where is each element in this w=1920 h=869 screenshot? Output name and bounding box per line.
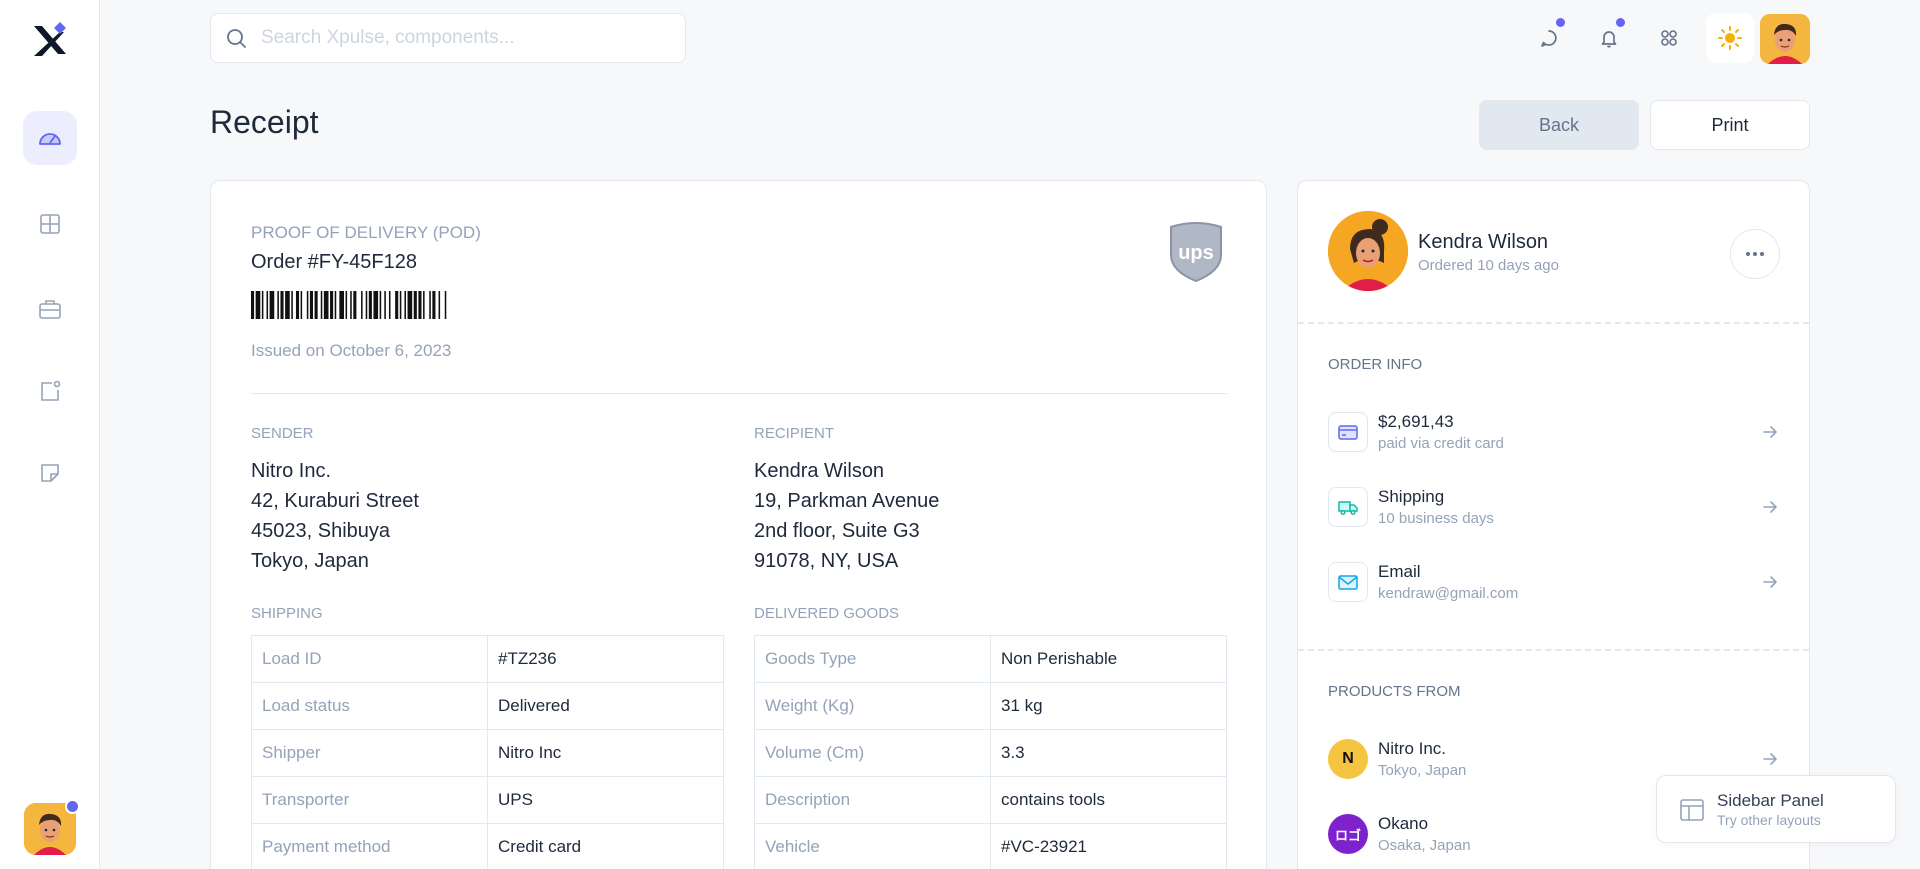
app-logo[interactable] [30, 20, 70, 60]
payment-method: paid via credit card [1378, 435, 1504, 452]
nav-notes[interactable] [23, 446, 77, 500]
goods-label: DELIVERED GOODS [754, 605, 900, 622]
arrow-right-icon [1763, 426, 1777, 438]
order-info-label: ORDER INFO [1328, 356, 1423, 373]
grid-icon [40, 214, 60, 234]
layout-switcher[interactable]: Sidebar Panel Try other layouts [1656, 775, 1896, 843]
arrow-right-icon [1763, 753, 1777, 765]
divider [1298, 322, 1809, 324]
search-icon [227, 29, 246, 48]
vendor-location: Tokyo, Japan [1378, 762, 1467, 779]
print-button[interactable]: Print [1650, 100, 1810, 150]
customer-avatar [1328, 211, 1408, 291]
search-input[interactable] [261, 27, 661, 49]
more-dots-icon [1746, 252, 1764, 256]
goods-table: Goods Type Non Perishable Weight (Kg) 31 k… [754, 635, 1227, 869]
search-box[interactable] [210, 13, 686, 63]
svg-text:ups: ups [1178, 242, 1214, 264]
email-title: Email [1378, 562, 1421, 581]
nav-dashboard[interactable] [23, 111, 77, 165]
back-button[interactable]: Back [1479, 100, 1639, 150]
online-badge [65, 799, 80, 814]
barcode [251, 291, 447, 319]
order-side-panel: Kendra Wilson Ordered 10 days ago ORDER … [1297, 180, 1810, 869]
chat-bubble-icon [1541, 30, 1557, 47]
shipping-title: Shipping [1378, 487, 1445, 506]
divider [251, 393, 1227, 394]
vendor-logo: ロゴ [1328, 814, 1368, 854]
briefcase-icon [39, 300, 61, 319]
arrow-right-icon [1763, 501, 1777, 513]
products-from-label: PRODUCTS FROM [1328, 683, 1461, 700]
table-row: Load status Delivered [251, 682, 724, 730]
issued-date: Issued on October 6, 2023 [251, 341, 452, 360]
sender-label: SENDER [251, 425, 314, 442]
apps-grid-icon [1661, 30, 1677, 46]
table-row: Volume (Cm) 3.3 [754, 729, 1227, 777]
sidebar [0, 0, 100, 869]
pod-label: PROOF OF DELIVERY (POD) [251, 223, 481, 242]
vendor-logo: N [1328, 739, 1368, 779]
table-row: Shipper Nitro Inc [251, 729, 724, 777]
table-row: Weight (Kg) 31 kg [754, 682, 1227, 730]
shipping-duration: 10 business days [1378, 510, 1494, 527]
nav-notifications[interactable] [23, 364, 77, 418]
user-menu[interactable] [24, 799, 80, 855]
apps-button[interactable] [1649, 18, 1689, 58]
customer-order-age: Ordered 10 days ago [1418, 257, 1559, 274]
credit-card-icon [1328, 412, 1368, 452]
table-row: Vehicle #VC-23921 [754, 823, 1227, 869]
notification-badge [1616, 18, 1625, 27]
notifications-button[interactable] [1589, 18, 1629, 58]
sun-icon [1718, 26, 1742, 50]
nav-briefcase[interactable] [23, 282, 77, 336]
profile-avatar[interactable] [1760, 14, 1810, 64]
table-row: Payment method Credit card [251, 823, 724, 869]
arrow-right-icon [1763, 576, 1777, 588]
mail-icon [1328, 562, 1368, 602]
square-dot-icon [41, 380, 61, 401]
more-options-button[interactable] [1730, 229, 1780, 279]
bell-icon [1601, 31, 1617, 48]
theme-toggle[interactable] [1706, 13, 1754, 63]
table-row: Load ID #TZ236 [251, 635, 724, 683]
shipping-label: SHIPPING [251, 605, 323, 622]
layout-icon [1680, 799, 1704, 821]
email-address: kendraw@gmail.com [1378, 585, 1519, 602]
sender-address: Nitro Inc. 42, Kuraburi Street 45023, Sh… [251, 460, 419, 572]
recipient-label: RECIPIENT [754, 425, 835, 442]
divider [1298, 649, 1809, 651]
unread-badge [1556, 18, 1565, 27]
page-title: Receipt [210, 104, 319, 140]
table-row: Description contains tools [754, 776, 1227, 824]
order-number: Order #FY-45F128 [251, 251, 418, 273]
vendor-location: Osaka, Japan [1378, 837, 1471, 854]
layout-switcher-title: Sidebar Panel [1717, 791, 1824, 810]
email-row[interactable]: Email kendraw@gmail.com [1328, 560, 1780, 606]
shipping-row[interactable]: Shipping 10 business days [1328, 485, 1780, 531]
vendor-name: Okano [1378, 814, 1429, 833]
vendor-name: Nitro Inc. [1378, 739, 1447, 758]
receipt-card: PROOF OF DELIVERY (POD) Order #FY-45F128… [210, 180, 1267, 869]
shipping-table: Load ID #TZ236 Load status Delivered Shipp… [251, 635, 724, 869]
truck-icon [1328, 487, 1368, 527]
sticky-note-icon [41, 464, 59, 482]
payment-row[interactable]: $2,691,43 paid via credit card [1328, 410, 1780, 456]
nav-layouts[interactable] [23, 197, 77, 251]
customer-name: Kendra Wilson [1418, 231, 1549, 253]
layout-switcher-subtitle: Try other layouts [1717, 812, 1821, 828]
table-row: Transporter UPS [251, 776, 724, 824]
table-row: Goods Type Non Perishable [754, 635, 1227, 683]
gauge-icon [39, 133, 61, 145]
payment-amount: $2,691,43 [1378, 412, 1454, 431]
ups-logo-icon: ups [1170, 221, 1222, 283]
messages-button[interactable] [1529, 18, 1569, 58]
recipient-address: Kendra Wilson 19, Parkman Avenue 2nd flo… [754, 460, 940, 572]
